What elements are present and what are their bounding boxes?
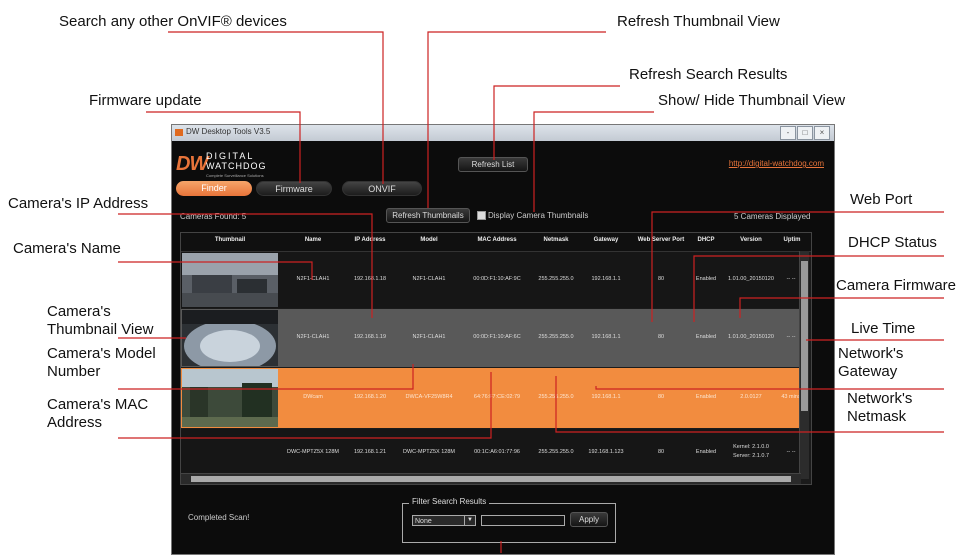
callout-dhcp-status: DHCP Status: [848, 234, 937, 251]
callout-camera-ip: Camera's IP Address: [8, 195, 149, 212]
maximize-button[interactable]: □: [797, 126, 813, 140]
table-row[interactable]: DWC-MPTZ5X 128M 192.168.1.21 DWC-MPTZ5X …: [181, 429, 801, 477]
horizontal-scrollbar[interactable]: [181, 473, 801, 484]
window-title: DW Desktop Tools V3.5: [186, 127, 271, 136]
minimize-button[interactable]: -: [780, 126, 796, 140]
app-icon: [175, 129, 183, 136]
camera-thumbnail: [182, 310, 278, 366]
callout-show-hide-thumbnail: Show/ Hide Thumbnail View: [658, 92, 846, 109]
table-row[interactable]: N2F1-CLAH1 192.168.1.18 N2F1-CLAH1 00:0D…: [181, 252, 801, 308]
callout-thumbnail-view: Camera's Thumbnail View: [47, 303, 154, 338]
col-uptime[interactable]: Uptim: [781, 237, 803, 243]
callout-refresh-thumbnail-view: Refresh Thumbnail View: [617, 13, 780, 30]
callout-refresh-search-results: Refresh Search Results: [629, 66, 788, 83]
col-netmask[interactable]: Netmask: [531, 237, 581, 243]
callout-camera-name: Camera's Name: [13, 240, 121, 257]
apply-button[interactable]: Apply: [570, 512, 608, 527]
tab-firmware[interactable]: Firmware: [256, 181, 332, 196]
col-web-port[interactable]: Web Server Port: [631, 237, 691, 243]
cameras-found-count: Cameras Found: 5: [180, 212, 247, 221]
website-link[interactable]: http://digital-watchdog.com: [729, 159, 824, 168]
table-row[interactable]: N2F1-CLAH1 192.168.1.19 N2F1-CLAH1 00:0D…: [181, 309, 801, 367]
col-version[interactable]: Version: [721, 237, 781, 243]
logo: DW DIGITAL WATCHDOG Complete Surveillanc…: [176, 151, 267, 178]
table-header: Thumbnail Name IP Address Model MAC Addr…: [181, 233, 811, 252]
camera-thumbnail: [182, 369, 278, 427]
filter-text-input[interactable]: [481, 515, 565, 526]
horizontal-scroll-thumb[interactable]: [191, 476, 791, 482]
camera-table: Thumbnail Name IP Address Model MAC Addr…: [180, 232, 812, 485]
col-name[interactable]: Name: [281, 237, 345, 243]
tab-finder[interactable]: Finder: [176, 181, 252, 196]
display-thumbnails-checkbox[interactable]: [477, 211, 486, 220]
cameras-displayed-count: 5 Cameras Displayed: [734, 212, 811, 221]
col-gateway[interactable]: Gateway: [581, 237, 631, 243]
refresh-thumbnails-button[interactable]: Refresh Thumbnails: [386, 208, 470, 223]
table-row-selected[interactable]: DWcam 192.168.1.20 DWCA-VF25W8R4 64:76:F…: [181, 368, 801, 428]
callout-model-number: Camera's Model Number: [47, 345, 156, 380]
col-ip[interactable]: IP Address: [345, 237, 395, 243]
callout-search-onvif: Search any other OnVIF® devices: [59, 13, 287, 30]
callout-network-gateway: Network's Gateway: [838, 345, 904, 380]
camera-thumbnail: [182, 253, 278, 307]
vertical-scroll-thumb[interactable]: [801, 261, 808, 411]
display-thumbnails-label: Display Camera Thumbnails: [488, 211, 589, 220]
refresh-list-button[interactable]: Refresh List: [458, 157, 528, 172]
callout-firmware-update: Firmware update: [89, 92, 202, 109]
callout-camera-firmware: Camera Firmware: [836, 277, 957, 294]
callout-web-port: Web Port: [850, 191, 913, 208]
vertical-scrollbar[interactable]: [799, 251, 809, 479]
col-model[interactable]: Model: [395, 237, 463, 243]
close-button[interactable]: ×: [814, 126, 830, 140]
title-bar: DW Desktop Tools V3.5 - □ ×: [172, 125, 834, 141]
filter-group-title: Filter Search Results: [409, 497, 490, 506]
callout-network-netmask: Network's Netmask: [847, 390, 913, 425]
status-text: Completed Scan!: [188, 513, 250, 522]
col-thumbnail[interactable]: Thumbnail: [181, 237, 279, 243]
app-window: DW Desktop Tools V3.5 - □ × DW DIGITAL W…: [171, 124, 835, 555]
tab-onvif[interactable]: ONVIF: [342, 181, 422, 196]
callout-live-time: Live Time: [851, 320, 916, 337]
callout-mac-address: Camera's MAC Address: [47, 396, 149, 431]
chevron-down-icon: ▼: [464, 516, 475, 525]
filter-select[interactable]: None ▼: [412, 515, 476, 526]
col-dhcp[interactable]: DHCP: [691, 237, 721, 243]
col-mac[interactable]: MAC Address: [463, 237, 531, 243]
